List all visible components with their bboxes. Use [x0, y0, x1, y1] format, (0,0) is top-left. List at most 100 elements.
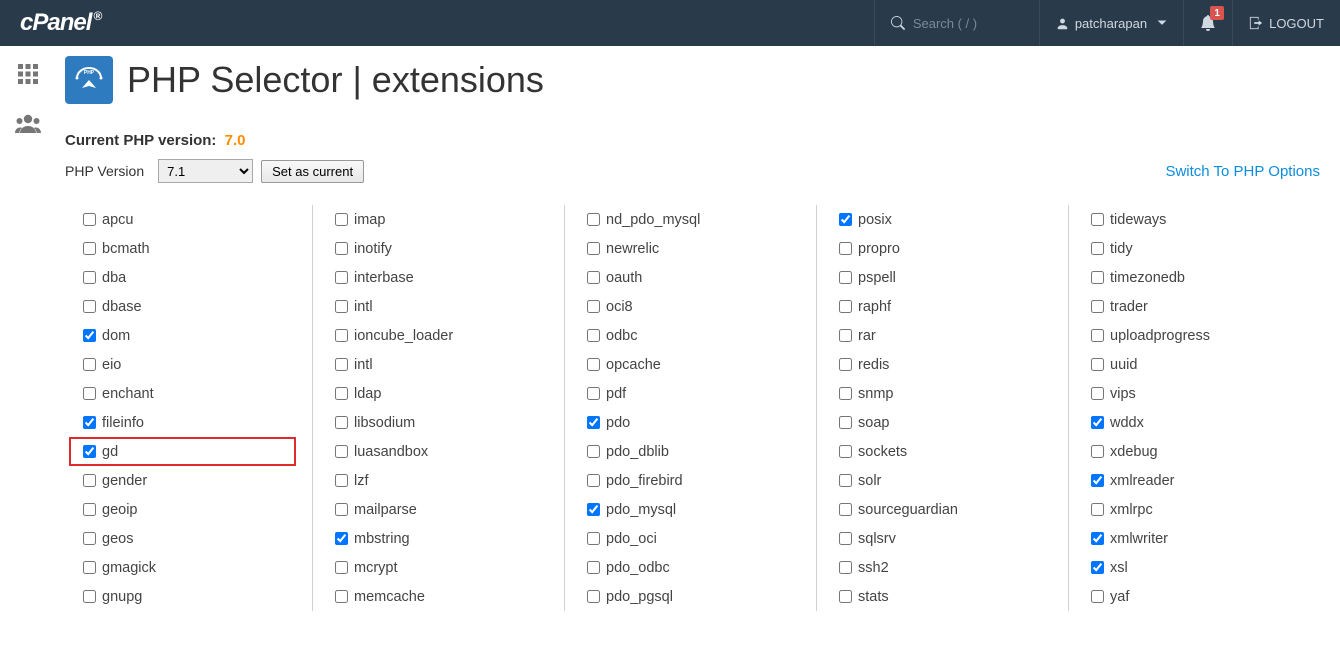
extension-checkbox-opcache[interactable] — [587, 358, 600, 371]
extension-checkbox-apcu[interactable] — [83, 213, 96, 226]
extension-checkbox-rar[interactable] — [839, 329, 852, 342]
extension-checkbox-eio[interactable] — [83, 358, 96, 371]
extension-checkbox-snmp[interactable] — [839, 387, 852, 400]
extension-checkbox-tidy[interactable] — [1091, 242, 1104, 255]
extension-checkbox-yaf[interactable] — [1091, 590, 1104, 603]
extension-label: sourceguardian — [858, 502, 958, 518]
extension-checkbox-xsl[interactable] — [1091, 561, 1104, 574]
extension-checkbox-xmlreader[interactable] — [1091, 474, 1104, 487]
logout-button[interactable]: LOGOUT — [1232, 0, 1340, 46]
extension-item-interbase: interbase — [335, 263, 546, 292]
extension-checkbox-pspell[interactable] — [839, 271, 852, 284]
extension-item-ssh2: ssh2 — [839, 553, 1050, 582]
extension-checkbox-gmagick[interactable] — [83, 561, 96, 574]
extension-label: xsl — [1110, 560, 1128, 576]
extension-checkbox-luasandbox[interactable] — [335, 445, 348, 458]
extensions-grid: apcubcmathdbadbasedomeioenchantfileinfog… — [65, 205, 1320, 611]
extension-label: pspell — [858, 270, 896, 286]
extension-checkbox-pdo_dblib[interactable] — [587, 445, 600, 458]
extension-item-dba: dba — [83, 263, 294, 292]
extension-label: pdo — [606, 415, 630, 431]
extension-checkbox-pdo_odbc[interactable] — [587, 561, 600, 574]
notifications[interactable]: 1 — [1183, 0, 1232, 46]
extension-checkbox-bcmath[interactable] — [83, 242, 96, 255]
extension-checkbox-xdebug[interactable] — [1091, 445, 1104, 458]
extension-checkbox-sockets[interactable] — [839, 445, 852, 458]
extension-checkbox-oci8[interactable] — [587, 300, 600, 313]
cpanel-logo[interactable]: cPanel® — [0, 0, 121, 46]
extension-item-yaf: yaf — [1091, 582, 1302, 611]
extension-label: ldap — [354, 386, 381, 402]
extension-checkbox-mbstring[interactable] — [335, 532, 348, 545]
extension-checkbox-fileinfo[interactable] — [83, 416, 96, 429]
extension-checkbox-gender[interactable] — [83, 474, 96, 487]
extension-checkbox-intl[interactable] — [335, 358, 348, 371]
extension-checkbox-dba[interactable] — [83, 271, 96, 284]
extension-checkbox-lzf[interactable] — [335, 474, 348, 487]
extension-checkbox-xmlrpc[interactable] — [1091, 503, 1104, 516]
extension-checkbox-oauth[interactable] — [587, 271, 600, 284]
extension-checkbox-pdo_firebird[interactable] — [587, 474, 600, 487]
extension-checkbox-pdo_pgsql[interactable] — [587, 590, 600, 603]
extension-checkbox-intl[interactable] — [335, 300, 348, 313]
extension-checkbox-geos[interactable] — [83, 532, 96, 545]
apps-icon[interactable] — [16, 62, 40, 86]
extension-checkbox-gnupg[interactable] — [83, 590, 96, 603]
extension-checkbox-propro[interactable] — [839, 242, 852, 255]
extension-checkbox-geoip[interactable] — [83, 503, 96, 516]
extension-checkbox-libsodium[interactable] — [335, 416, 348, 429]
extension-checkbox-sqlsrv[interactable] — [839, 532, 852, 545]
extension-item-sockets: sockets — [839, 437, 1050, 466]
extension-checkbox-wddx[interactable] — [1091, 416, 1104, 429]
extension-checkbox-odbc[interactable] — [587, 329, 600, 342]
extension-checkbox-timezonedb[interactable] — [1091, 271, 1104, 284]
switch-to-options-link[interactable]: Switch To PHP Options — [1165, 163, 1320, 180]
extension-checkbox-tideways[interactable] — [1091, 213, 1104, 226]
extension-checkbox-dbase[interactable] — [83, 300, 96, 313]
extension-checkbox-gd[interactable] — [83, 445, 96, 458]
extension-item-lzf: lzf — [335, 466, 546, 495]
extension-checkbox-inotify[interactable] — [335, 242, 348, 255]
extension-checkbox-newrelic[interactable] — [587, 242, 600, 255]
extension-checkbox-pdo_oci[interactable] — [587, 532, 600, 545]
extension-checkbox-mailparse[interactable] — [335, 503, 348, 516]
extension-checkbox-ssh2[interactable] — [839, 561, 852, 574]
extension-checkbox-raphf[interactable] — [839, 300, 852, 313]
extension-checkbox-pdo_mysql[interactable] — [587, 503, 600, 516]
users-icon[interactable] — [15, 112, 41, 134]
extension-checkbox-nd_pdo_mysql[interactable] — [587, 213, 600, 226]
extension-label: posix — [858, 212, 892, 228]
extension-checkbox-solr[interactable] — [839, 474, 852, 487]
extension-checkbox-ioncube_loader[interactable] — [335, 329, 348, 342]
php-version-select[interactable]: 7.1 — [158, 159, 253, 183]
extension-label: pdo_mysql — [606, 502, 676, 518]
extension-checkbox-soap[interactable] — [839, 416, 852, 429]
extension-checkbox-uploadprogress[interactable] — [1091, 329, 1104, 342]
extension-checkbox-vips[interactable] — [1091, 387, 1104, 400]
user-menu[interactable]: patcharapan — [1039, 0, 1183, 46]
extension-label: eio — [102, 357, 121, 373]
extension-checkbox-enchant[interactable] — [83, 387, 96, 400]
extension-checkbox-mcrypt[interactable] — [335, 561, 348, 574]
extension-checkbox-ldap[interactable] — [335, 387, 348, 400]
extension-checkbox-pdf[interactable] — [587, 387, 600, 400]
extension-checkbox-dom[interactable] — [83, 329, 96, 342]
extension-label: pdf — [606, 386, 626, 402]
extension-checkbox-interbase[interactable] — [335, 271, 348, 284]
extension-checkbox-stats[interactable] — [839, 590, 852, 603]
extension-checkbox-redis[interactable] — [839, 358, 852, 371]
set-as-current-button[interactable]: Set as current — [261, 160, 364, 183]
extension-checkbox-posix[interactable] — [839, 213, 852, 226]
search-input[interactable] — [913, 16, 1023, 31]
extension-label: intl — [354, 299, 373, 315]
search-wrap[interactable] — [874, 0, 1039, 46]
extension-checkbox-xmlwriter[interactable] — [1091, 532, 1104, 545]
extension-item-mcrypt: mcrypt — [335, 553, 546, 582]
extension-checkbox-imap[interactable] — [335, 213, 348, 226]
extension-checkbox-sourceguardian[interactable] — [839, 503, 852, 516]
extension-checkbox-pdo[interactable] — [587, 416, 600, 429]
extension-label: apcu — [102, 212, 133, 228]
extension-checkbox-memcache[interactable] — [335, 590, 348, 603]
extension-checkbox-trader[interactable] — [1091, 300, 1104, 313]
extension-checkbox-uuid[interactable] — [1091, 358, 1104, 371]
